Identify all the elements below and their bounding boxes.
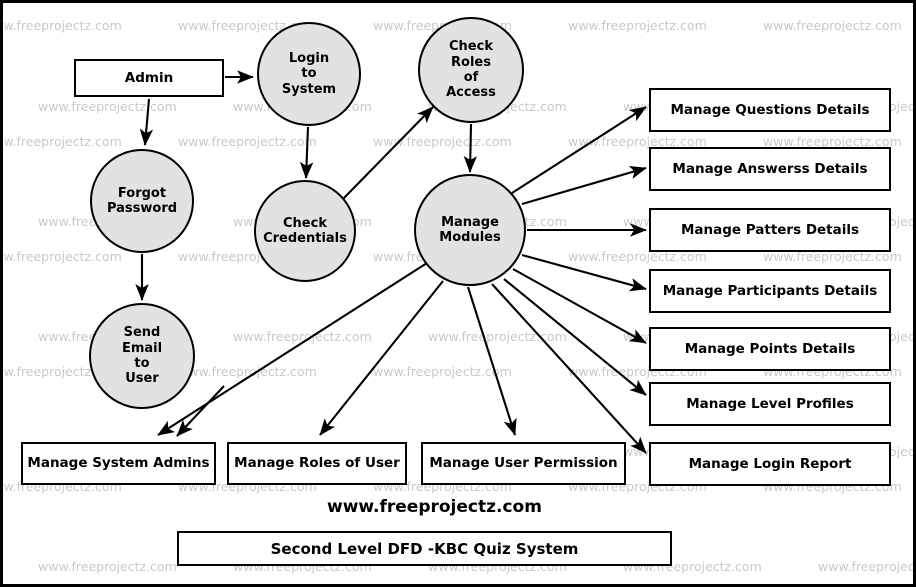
process-manage-modules-label: Manage Modules (439, 214, 501, 245)
module-box-label: Manage Participants Details (662, 282, 878, 299)
process-login-to-system[interactable]: Login to System (257, 22, 361, 126)
entity-admin-label: Admin (124, 69, 174, 86)
process-check-roles-of-access[interactable]: Check Roles of Access (418, 17, 524, 123)
module-box-label: Manage Questions Details (670, 101, 870, 118)
module-box-label: Manage Login Report (688, 455, 852, 472)
module-box-label: Manage System Admins (27, 455, 210, 472)
module-box-manage-participants-details[interactable]: Manage Participants Details (649, 269, 891, 313)
module-box-label: Manage Answerss Details (672, 160, 868, 177)
process-send-email-to-user-label: Send Email to User (121, 325, 163, 387)
module-box-manage-system-admins[interactable]: Manage System Admins (21, 442, 216, 485)
module-box-manage-roles-of-user[interactable]: Manage Roles of User (227, 442, 407, 485)
process-send-email-to-user[interactable]: Send Email to User (89, 303, 195, 409)
process-check-credentials-label: Check Credentials (263, 215, 347, 246)
module-box-label: Manage Points Details (684, 340, 856, 357)
module-box-manage-level-profiles[interactable]: Manage Level Profiles (649, 382, 891, 426)
process-forgot-password[interactable]: Forgot Password (90, 149, 194, 253)
module-box-label: Manage Level Profiles (686, 395, 854, 412)
module-box-label: Manage Patters Details (680, 221, 860, 238)
process-forgot-password-label: Forgot Password (106, 185, 178, 216)
diagram-title-box: Second Level DFD -KBC Quiz System (177, 531, 672, 566)
site-credit-text: www.freeprojectz.com (327, 497, 542, 517)
entity-admin[interactable]: Admin (74, 59, 224, 97)
diagram-title-label: Second Level DFD -KBC Quiz System (270, 539, 579, 558)
dfd-diagram-canvas: www.freeprojectz.comwww.freeprojectz.com… (0, 0, 916, 587)
module-box-manage-questions-details[interactable]: Manage Questions Details (649, 88, 891, 132)
dfd-node-layer: Admin Login to System Check Roles of Acc… (3, 3, 913, 584)
module-box-manage-user-permission[interactable]: Manage User Permission (421, 442, 626, 485)
process-check-roles-of-access-label: Check Roles of Access (446, 39, 496, 101)
module-box-manage-answerss-details[interactable]: Manage Answerss Details (649, 147, 891, 191)
module-box-label: Manage User Permission (429, 455, 618, 472)
process-manage-modules[interactable]: Manage Modules (414, 174, 526, 286)
process-check-credentials[interactable]: Check Credentials (254, 180, 356, 282)
module-box-manage-login-report[interactable]: Manage Login Report (649, 442, 891, 486)
module-box-manage-patters-details[interactable]: Manage Patters Details (649, 208, 891, 252)
module-box-label: Manage Roles of User (234, 455, 400, 472)
process-login-to-system-label: Login to System (281, 51, 337, 97)
module-box-manage-points-details[interactable]: Manage Points Details (649, 327, 891, 371)
